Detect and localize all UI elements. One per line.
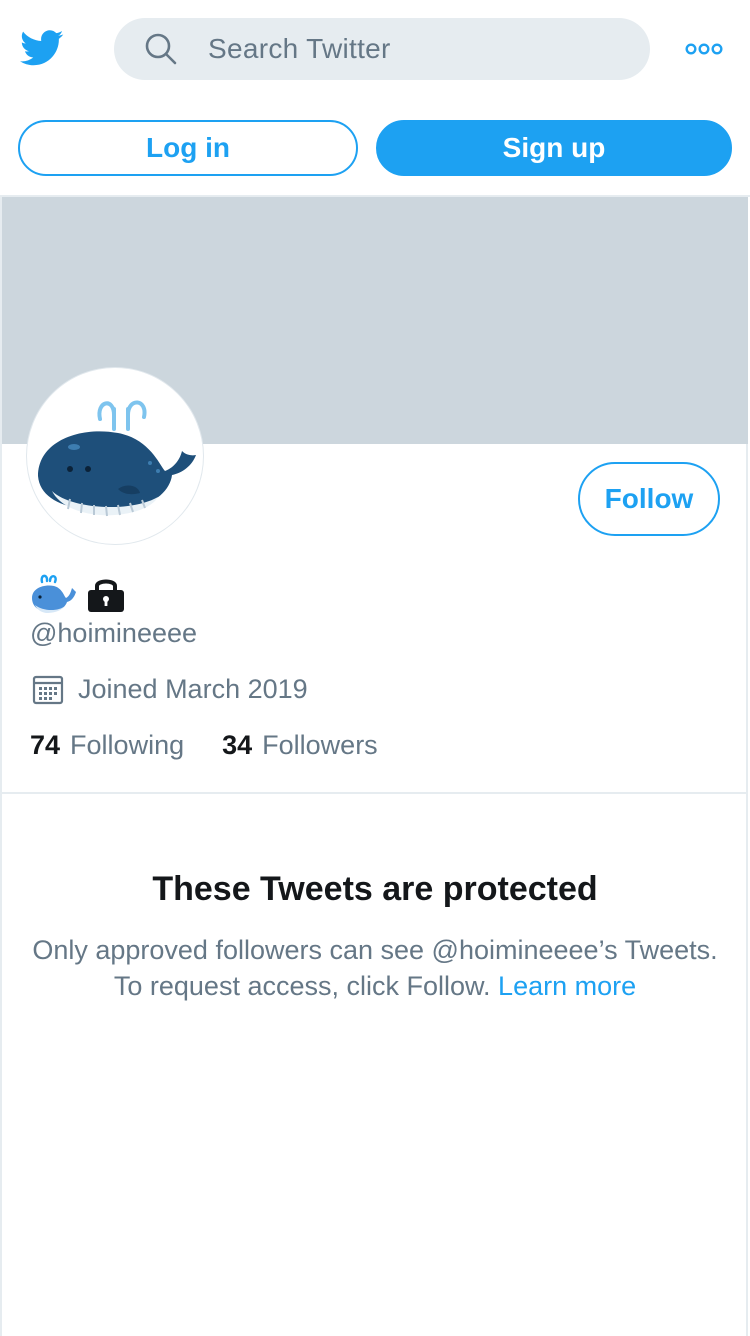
calendar-icon bbox=[32, 675, 64, 705]
search-placeholder: Search Twitter bbox=[208, 33, 391, 64]
following-stat[interactable]: 74 Following bbox=[30, 730, 184, 761]
followers-stat[interactable]: 34 Followers bbox=[222, 730, 378, 761]
whale-emoji-icon bbox=[32, 574, 76, 613]
joined-text: Joined March 2019 bbox=[78, 673, 308, 704]
learn-more-link[interactable]: Learn more bbox=[498, 971, 636, 1001]
protected-message: Only approved followers can see @hoimine… bbox=[30, 932, 720, 1004]
follow-button[interactable]: Follow bbox=[578, 462, 720, 536]
protected-title: These Tweets are protected bbox=[152, 870, 598, 908]
lock-icon bbox=[88, 579, 124, 612]
profile-handle: @hoimineeee bbox=[30, 618, 198, 648]
avatar[interactable] bbox=[27, 368, 203, 544]
profile-stats: 74 Following 34 Followers bbox=[30, 730, 416, 761]
login-button[interactable]: Log in bbox=[18, 120, 358, 176]
signup-button[interactable]: Sign up bbox=[376, 120, 732, 176]
search-bar[interactable]: Search Twitter bbox=[114, 18, 650, 80]
following-label: Following bbox=[70, 730, 185, 760]
followers-count: 34 bbox=[222, 730, 253, 760]
followers-label: Followers bbox=[262, 730, 378, 760]
whale-avatar-icon bbox=[38, 400, 196, 517]
following-count: 74 bbox=[30, 730, 61, 760]
section-divider bbox=[2, 792, 748, 794]
search-icon bbox=[145, 33, 177, 65]
display-name bbox=[30, 564, 126, 614]
more-dots-icon[interactable] bbox=[684, 40, 724, 58]
join-date: Joined March 2019 bbox=[30, 672, 308, 706]
twitter-bird-icon[interactable] bbox=[18, 26, 66, 70]
top-bar: Search Twitter Log in Sign up bbox=[0, 0, 750, 176]
